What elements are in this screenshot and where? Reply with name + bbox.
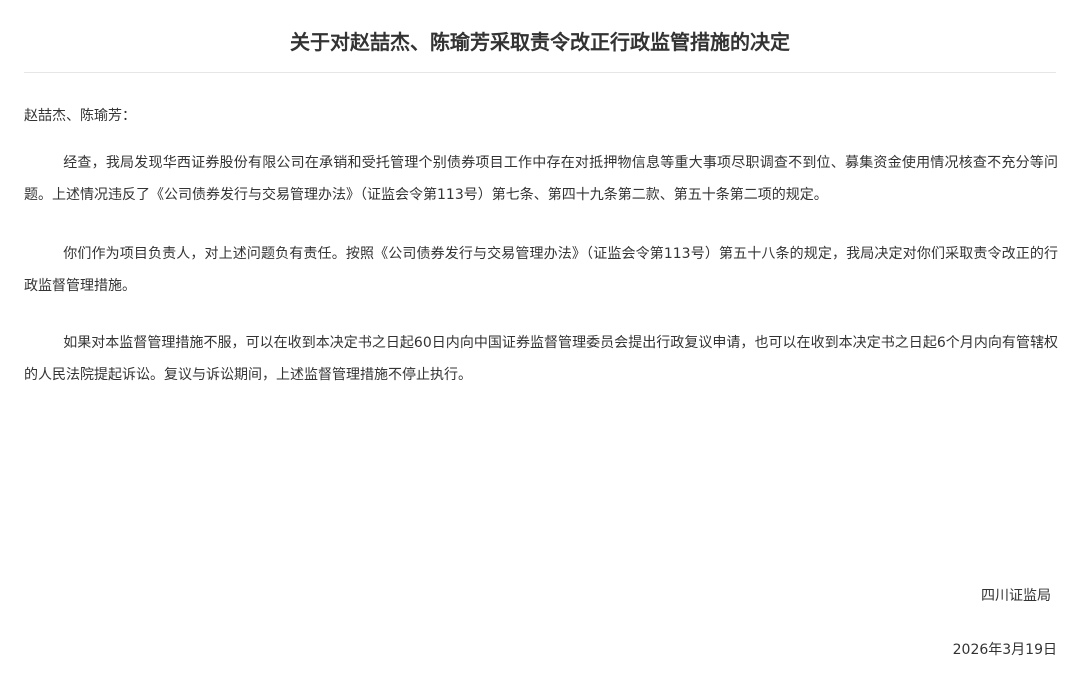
- page-title: 关于对赵喆杰、陈瑜芳采取责令改正行政监管措施的决定: [290, 30, 790, 55]
- issuer-signature: 四川证监局: [981, 588, 1051, 604]
- document-page: 关于对赵喆杰、陈瑜芳采取责令改正行政监管措施的决定 赵喆杰、陈瑜芳： 经查，我局…: [0, 0, 1080, 679]
- body-paragraph-1: 经查，我局发现华西证券股份有限公司在承销和受托管理个别债券项目工作中存在对抵押物…: [24, 155, 1058, 203]
- body-paragraph-3: 如果对本监督管理措施不服，可以在收到本决定书之日起60日内向中国证券监督管理委员…: [24, 335, 1058, 383]
- body-paragraph-2: 你们作为项目负责人，对上述问题负有责任。按照《公司债券发行与交易管理办法》（证监…: [24, 246, 1058, 294]
- title-divider: [24, 72, 1056, 73]
- salutation: 赵喆杰、陈瑜芳：: [24, 108, 136, 124]
- issue-date: 2026年3月19日: [952, 642, 1057, 658]
